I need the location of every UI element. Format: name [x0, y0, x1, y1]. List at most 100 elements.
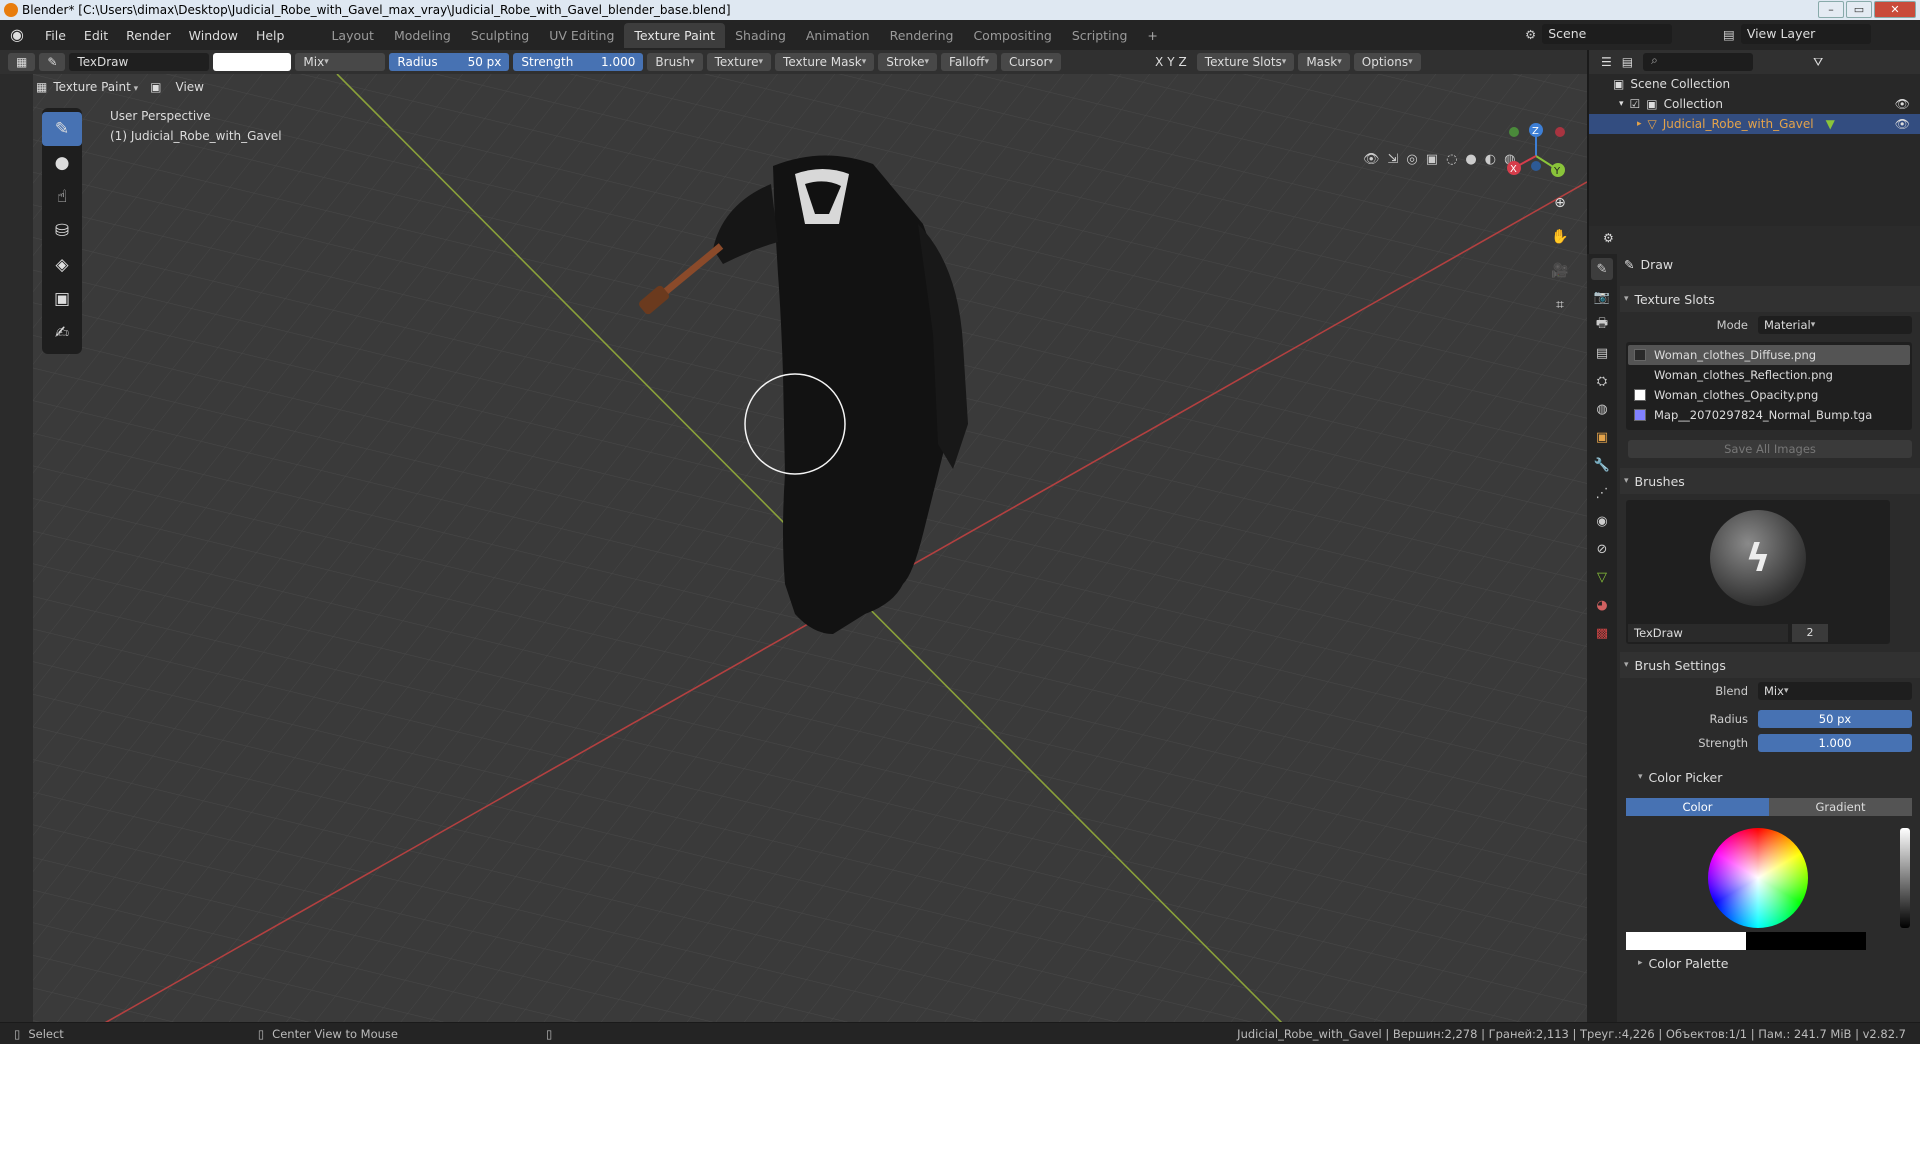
- outliner-collection[interactable]: ▾ ☑ ▣ Collection 👁: [1589, 94, 1920, 114]
- brush-preview-icon[interactable]: ϟ: [1710, 510, 1806, 606]
- gizmo-neg-y-icon[interactable]: [1509, 127, 1519, 137]
- texture-slots-dropdown[interactable]: Texture Slots: [1196, 53, 1295, 71]
- material-tab-icon[interactable]: ◕: [1591, 594, 1613, 616]
- expand-arrow-icon[interactable]: ▾: [1619, 99, 1624, 109]
- render-tab-icon[interactable]: 📷: [1591, 286, 1613, 308]
- world-tab-icon[interactable]: ◍: [1591, 398, 1613, 420]
- gizmo-neg-x-icon[interactable]: [1555, 127, 1565, 137]
- axis-x-toggle[interactable]: X: [1155, 55, 1163, 69]
- tab-shading[interactable]: Shading: [725, 23, 796, 48]
- mode-dropdown[interactable]: Material: [1758, 316, 1912, 334]
- view-layer-selector[interactable]: ▤ View Layer: [1723, 24, 1871, 44]
- color-wheel[interactable]: [1708, 828, 1808, 928]
- outliner-search-input[interactable]: ⌕: [1643, 53, 1754, 71]
- blend-mode-dropdown[interactable]: Mix: [295, 53, 386, 71]
- tab-texture-paint[interactable]: Texture Paint: [624, 22, 726, 48]
- menu-file[interactable]: File: [36, 28, 75, 43]
- camera-view-icon[interactable]: 🎥: [1547, 258, 1573, 284]
- brush-name-field[interactable]: TexDraw: [1628, 624, 1788, 642]
- gizmo-icon[interactable]: ⇲: [1388, 152, 1399, 167]
- menu-help[interactable]: Help: [247, 28, 294, 43]
- paint-mask-toggle-icon[interactable]: ▣: [150, 80, 161, 94]
- texture-slot-item[interactable]: Woman_clothes_Reflection.png: [1628, 365, 1910, 385]
- output-tab-icon[interactable]: 🖶: [1591, 314, 1613, 336]
- collection-eye-icon[interactable]: 👁: [1895, 97, 1910, 111]
- scene-field[interactable]: Scene: [1542, 24, 1673, 44]
- texture-tab-icon[interactable]: ▩: [1591, 622, 1613, 644]
- object-eye-icon[interactable]: 👁: [1895, 117, 1910, 131]
- view-menu[interactable]: View: [176, 80, 204, 94]
- texture-mask-menu[interactable]: Texture Mask: [775, 53, 875, 71]
- outliner-editor-icon[interactable]: ☰: [1601, 55, 1612, 69]
- cursor-menu[interactable]: Cursor: [1000, 53, 1061, 71]
- paint-brush-icon[interactable]: ✎: [39, 53, 66, 71]
- navigation-gizmo[interactable]: Z Y X: [1500, 120, 1580, 190]
- view-layer-tab-icon[interactable]: ▤: [1591, 342, 1613, 364]
- smear-tool-icon[interactable]: ☝: [42, 180, 82, 214]
- tab-gradient[interactable]: Gradient: [1769, 798, 1912, 816]
- zoom-icon[interactable]: ⊕: [1547, 190, 1573, 216]
- soften-tool-icon[interactable]: ●: [42, 146, 82, 180]
- xray-icon[interactable]: ▣: [1426, 152, 1438, 167]
- draw-tool-icon[interactable]: ✎: [42, 112, 82, 146]
- constraints-tab-icon[interactable]: ⊘: [1591, 538, 1613, 560]
- texture-slot-item[interactable]: Map__2070297824_Normal_Bump.tga: [1628, 405, 1910, 425]
- save-all-images-button[interactable]: Save All Images: [1628, 440, 1912, 458]
- texture-slot-item[interactable]: Woman_clothes_Opacity.png: [1628, 385, 1910, 405]
- physics-tab-icon[interactable]: ◉: [1591, 510, 1613, 532]
- brushes-panel-header[interactable]: ▾ Brushes: [1620, 468, 1920, 494]
- material-shading-icon[interactable]: ◐: [1485, 152, 1496, 167]
- texture-menu[interactable]: Texture: [706, 53, 772, 71]
- brush-color-swatch[interactable]: [213, 53, 292, 71]
- menu-render[interactable]: Render: [117, 28, 180, 43]
- falloff-menu[interactable]: Falloff: [941, 53, 997, 71]
- blender-menu-icon[interactable]: ◉: [10, 27, 30, 43]
- radius-slider[interactable]: 50 px: [1758, 710, 1912, 728]
- overlay-icon[interactable]: ◎: [1406, 152, 1417, 167]
- object-tab-icon[interactable]: ▣: [1591, 426, 1613, 448]
- axis-z-toggle[interactable]: Z: [1179, 55, 1187, 69]
- 3d-viewport[interactable]: 👁 ⇲ ◎ ▣ ◌ ● ◐ ◍: [33, 74, 1587, 1024]
- brush-preview-box[interactable]: ϟ TexDraw 2: [1626, 500, 1890, 644]
- color-palette-subpanel-header[interactable]: ▸ Color Palette: [1620, 950, 1920, 976]
- pan-hand-icon[interactable]: ✋: [1547, 224, 1573, 250]
- tab-compositing[interactable]: Compositing: [963, 23, 1061, 48]
- tab-layout[interactable]: Layout: [321, 23, 384, 48]
- outliner-display-icon[interactable]: ▤: [1622, 55, 1633, 69]
- mode-dropdown[interactable]: Texture Paint: [53, 80, 138, 94]
- brush-name-field[interactable]: TexDraw: [69, 53, 210, 71]
- collection-checkbox[interactable]: ☑: [1630, 97, 1641, 111]
- texture-slots-panel-header[interactable]: ▾ Texture Slots: [1620, 286, 1920, 312]
- value-slider[interactable]: [1900, 828, 1910, 928]
- options-dropdown[interactable]: Options: [1353, 53, 1421, 71]
- brush-settings-panel-header[interactable]: ▾ Brush Settings: [1620, 652, 1920, 678]
- strength-slider[interactable]: 1.000: [1758, 734, 1912, 752]
- mask-tool-icon[interactable]: ▣: [42, 282, 82, 316]
- wireframe-shading-icon[interactable]: ◌: [1446, 152, 1457, 167]
- fill-tool-icon[interactable]: ◈: [42, 248, 82, 282]
- blend-dropdown[interactable]: Mix: [1758, 682, 1912, 700]
- gizmo-neg-z-icon[interactable]: [1531, 161, 1541, 171]
- close-button[interactable]: ✕: [1874, 1, 1916, 18]
- visibility-icon[interactable]: 👁: [1363, 152, 1380, 167]
- texture-slot-item[interactable]: Woman_clothes_Diffuse.png: [1628, 345, 1910, 365]
- outliner-scene-collection[interactable]: ▣ Scene Collection: [1589, 74, 1920, 94]
- filter-icon[interactable]: ⛛: [1813, 55, 1823, 70]
- brush-menu[interactable]: Brush: [647, 53, 703, 71]
- data-tab-icon[interactable]: ▽: [1591, 566, 1613, 588]
- brush-users-count[interactable]: 2: [1792, 624, 1828, 642]
- expand-arrow-icon[interactable]: ▸: [1637, 119, 1642, 129]
- editor-type-icon[interactable]: ▦: [8, 53, 36, 71]
- menu-edit[interactable]: Edit: [75, 28, 117, 43]
- tab-uv-editing[interactable]: UV Editing: [539, 23, 624, 48]
- ortho-toggle-icon[interactable]: ⌗: [1547, 292, 1573, 318]
- tab-sculpting[interactable]: Sculpting: [461, 23, 539, 48]
- view-layer-field[interactable]: View Layer: [1740, 24, 1871, 44]
- maximize-button[interactable]: ▭: [1846, 1, 1872, 18]
- color-swatch-bar[interactable]: [1626, 932, 1866, 950]
- outliner-object-row[interactable]: ▸ ▽ Judicial_Robe_with_Gavel ▼ 👁: [1589, 114, 1920, 134]
- mask-dropdown[interactable]: Mask: [1298, 53, 1350, 71]
- clone-tool-icon[interactable]: ⛁: [42, 214, 82, 248]
- tab-scripting[interactable]: Scripting: [1062, 23, 1138, 48]
- tab-animation[interactable]: Animation: [796, 23, 880, 48]
